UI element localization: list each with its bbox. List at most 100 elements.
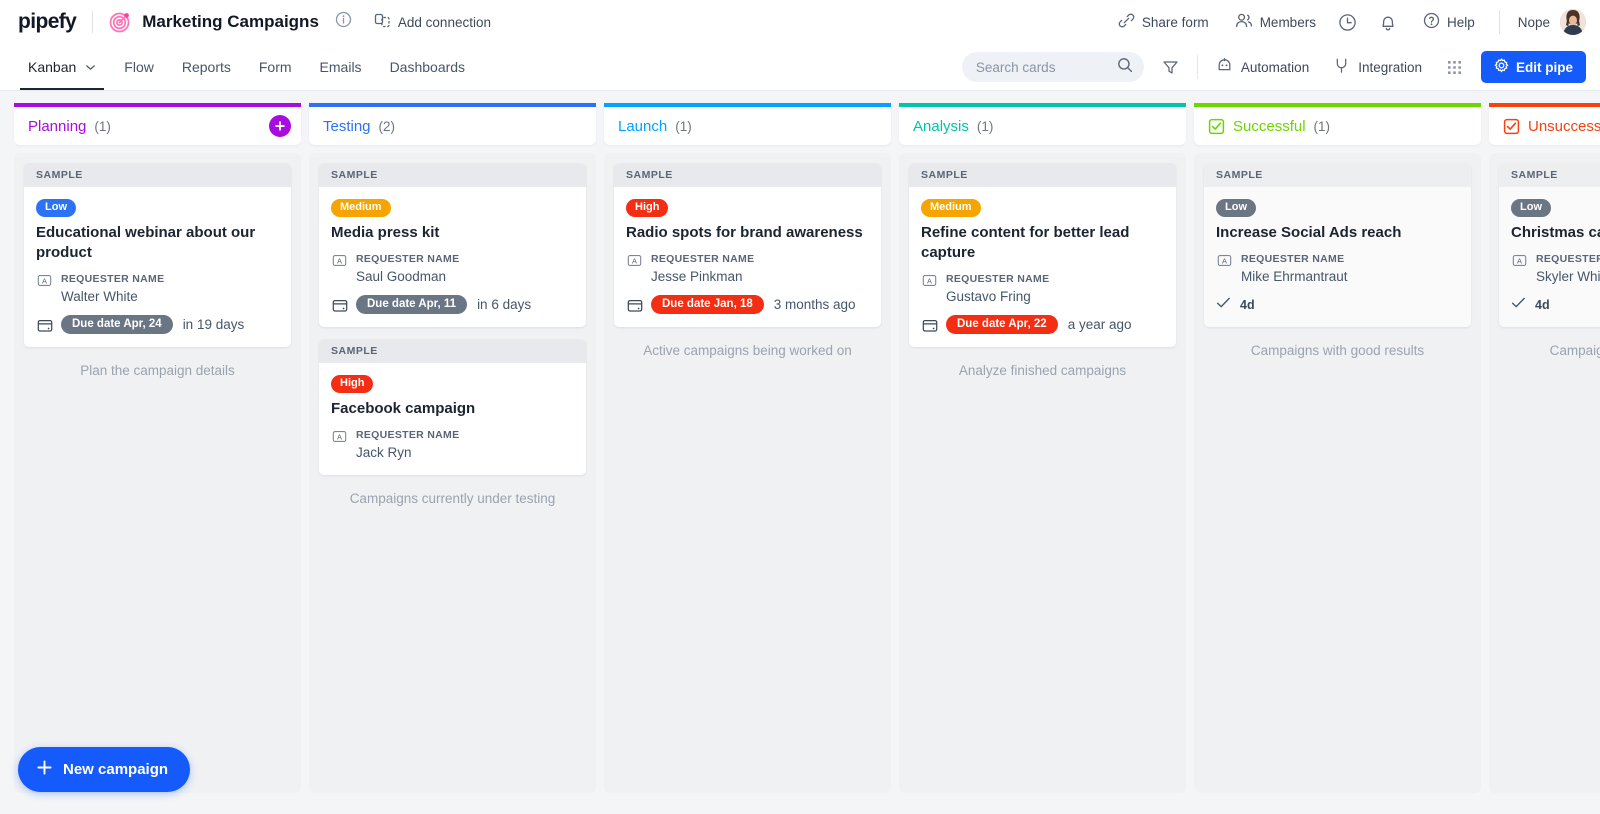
kanban-card[interactable]: SAMPLEMediumRefine content for better le… — [909, 163, 1176, 347]
tab-reports[interactable]: Reports — [168, 44, 245, 90]
kanban-card[interactable]: SAMPLEHighRadio spots for brand awarenes… — [614, 163, 881, 327]
info-icon[interactable] — [335, 11, 352, 33]
card-body: LowChristmas campaignAREQUESTER NAMESkyl… — [1499, 187, 1600, 327]
short-text-icon: A — [921, 273, 938, 288]
kanban-card[interactable]: SAMPLEMediumMedia press kitAREQUESTER NA… — [319, 163, 586, 327]
column-name: Analysis — [913, 118, 969, 135]
card-sample-label: SAMPLE — [1499, 163, 1600, 187]
edit-pipe-label: Edit pipe — [1516, 60, 1573, 75]
people-icon — [1235, 12, 1253, 32]
column-header-testing[interactable]: Testing(2) — [309, 103, 596, 145]
share-form-button[interactable]: Share form — [1118, 12, 1209, 32]
kanban-column: Planning(1) SAMPLELowEducational webinar … — [14, 103, 301, 793]
integration-label: Integration — [1358, 60, 1422, 75]
new-campaign-button[interactable]: New campaign — [18, 747, 190, 792]
kanban-card[interactable]: SAMPLEHighFacebook campaignAREQUESTER NA… — [319, 339, 586, 475]
add-connection-label: Add connection — [398, 15, 491, 30]
help-button[interactable]: Help — [1423, 12, 1475, 32]
column-header-analysis[interactable]: Analysis(1) — [899, 103, 1186, 145]
share-form-label: Share form — [1142, 15, 1209, 30]
requester-label: REQUESTER NAME — [61, 272, 164, 287]
tab-kanban[interactable]: Kanban — [14, 44, 110, 90]
plug-icon — [1333, 57, 1350, 77]
short-text-icon: A — [36, 273, 53, 288]
priority-badge: Medium — [921, 199, 981, 217]
column-header-successful[interactable]: Successful(1) — [1194, 103, 1481, 145]
short-text-icon: A — [331, 253, 348, 268]
card-body: LowIncrease Social Ads reachAREQUESTER N… — [1204, 187, 1471, 327]
pipefy-logo[interactable]: pipefy — [18, 10, 76, 34]
card-body: MediumRefine content for better lead cap… — [909, 187, 1176, 347]
connection-icon — [374, 12, 391, 32]
tab-dashboards[interactable]: Dashboards — [376, 44, 480, 90]
search-icon[interactable] — [1117, 57, 1133, 78]
short-text-icon: A — [1216, 253, 1233, 268]
kanban-card[interactable]: SAMPLELowIncrease Social Ads reachAREQUE… — [1204, 163, 1471, 327]
requester-field: AREQUESTER NAMEJack Ryn — [331, 428, 574, 462]
kanban-column: Successful(1) SAMPLELowIncrease Social Ad… — [1194, 103, 1481, 793]
column-name: Unsuccessful — [1528, 118, 1600, 135]
header-separator — [1499, 10, 1500, 34]
requester-field: AREQUESTER NAMESkyler White — [1511, 252, 1600, 286]
due-date-field: Due date Jan, 183 months ago — [626, 295, 869, 314]
card-body: HighRadio spots for brand awarenessAREQU… — [614, 187, 881, 327]
apps-grid-icon[interactable] — [1446, 59, 1463, 76]
plus-icon — [36, 759, 53, 780]
avatar[interactable] — [1560, 9, 1586, 35]
short-text-icon: A — [626, 253, 643, 268]
chevron-down-icon[interactable] — [85, 62, 96, 73]
svg-text:A: A — [927, 277, 932, 286]
column-name: Successful — [1233, 118, 1306, 135]
completed-duration: 4d — [1535, 298, 1550, 312]
card-title: Media press kit — [331, 223, 574, 243]
clock-icon[interactable] — [1338, 13, 1357, 32]
column-header-unsuccessful[interactable]: Unsuccessful(1) — [1489, 103, 1600, 145]
priority-badge: High — [626, 199, 668, 217]
requester-value: Mike Ehrmantraut — [1241, 267, 1348, 287]
completed-duration: 4d — [1240, 298, 1255, 312]
kanban-card[interactable]: SAMPLELowEducational webinar about our p… — [24, 163, 291, 347]
svg-text:A: A — [337, 256, 342, 265]
card-body: HighFacebook campaignAREQUESTER NAMEJack… — [319, 363, 586, 475]
checkbox-check-icon — [1208, 118, 1225, 135]
tab-kanban-label: Kanban — [28, 59, 76, 75]
due-date-relative: in 19 days — [183, 317, 245, 332]
user-name[interactable]: Nope — [1518, 15, 1550, 30]
kanban-card[interactable]: SAMPLELowChristmas campaignAREQUESTER NA… — [1499, 163, 1600, 327]
kanban-board: Planning(1) SAMPLELowEducational webinar … — [0, 91, 1600, 814]
automation-button[interactable]: Automation — [1216, 57, 1309, 77]
search-input[interactable] — [976, 60, 1117, 75]
integration-button[interactable]: Integration — [1333, 57, 1422, 77]
add-connection-button[interactable]: Add connection — [374, 12, 491, 32]
tab-form[interactable]: Form — [245, 44, 306, 90]
priority-badge: Low — [36, 199, 76, 217]
completed-field: 4d — [1511, 296, 1600, 314]
nav-actions: Automation Integration — [962, 51, 1586, 83]
page-title: Marketing Campaigns — [142, 12, 319, 32]
edit-pipe-button[interactable]: Edit pipe — [1481, 51, 1586, 83]
column-header-launch[interactable]: Launch(1) — [604, 103, 891, 145]
card-sample-label: SAMPLE — [319, 163, 586, 187]
column-header-planning[interactable]: Planning(1) — [14, 103, 301, 145]
nav-separator — [1197, 55, 1198, 79]
card-sample-label: SAMPLE — [1204, 163, 1471, 187]
tab-emails[interactable]: Emails — [306, 44, 376, 90]
calendar-icon — [921, 318, 938, 333]
column-body: SAMPLEMediumRefine content for better le… — [899, 153, 1186, 793]
help-label: Help — [1447, 15, 1475, 30]
requester-label: REQUESTER NAME — [1536, 252, 1600, 267]
bell-icon[interactable] — [1379, 13, 1397, 32]
column-body: SAMPLELowEducational webinar about our p… — [14, 153, 301, 793]
kanban-column: Launch(1) SAMPLEHighRadio spots for brand… — [604, 103, 891, 793]
filter-icon[interactable] — [1162, 59, 1179, 76]
top-header: pipefy Marketing Campaigns Add connectio… — [0, 0, 1600, 44]
svg-text:A: A — [1222, 256, 1227, 265]
tab-flow[interactable]: Flow — [110, 44, 168, 90]
automation-label: Automation — [1241, 60, 1309, 75]
add-card-button[interactable] — [269, 115, 291, 137]
gear-icon — [1494, 58, 1509, 76]
column-count: (2) — [379, 119, 396, 134]
requester-field: AREQUESTER NAMEGustavo Fring — [921, 272, 1164, 306]
members-button[interactable]: Members — [1235, 12, 1316, 32]
search-box[interactable] — [962, 52, 1144, 82]
